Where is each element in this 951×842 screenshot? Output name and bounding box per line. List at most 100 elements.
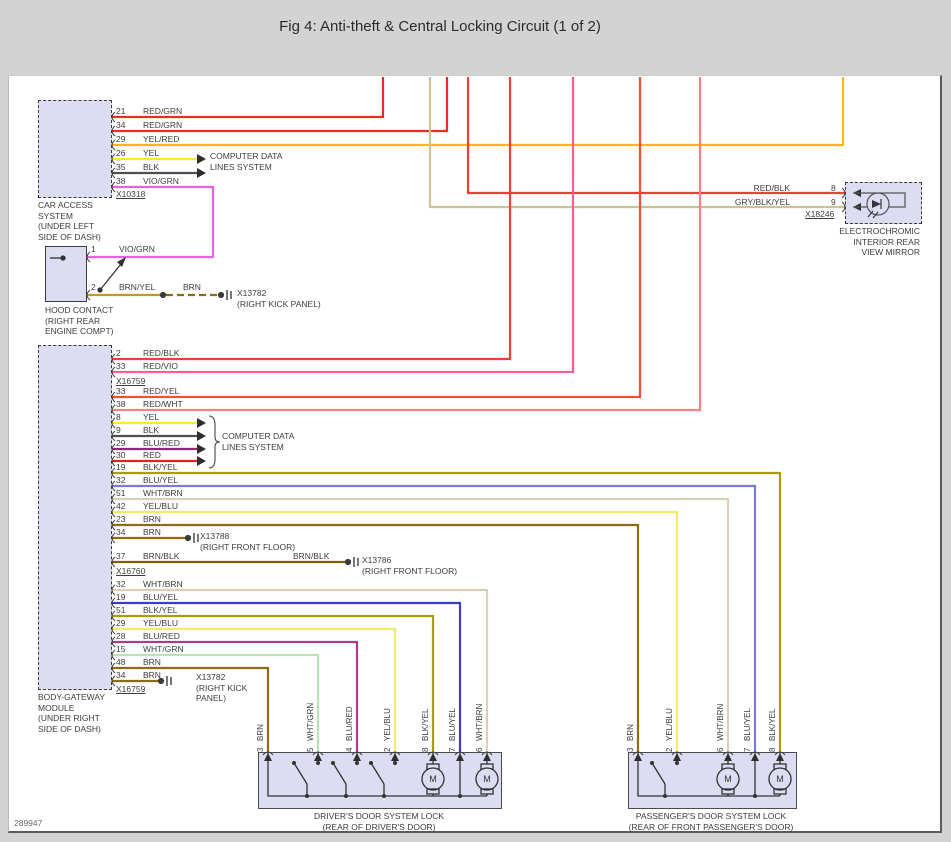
wire-color-label: BRN/BLK [143, 551, 180, 561]
wire-color-label: RED/WHT [143, 399, 183, 409]
component-label-car-access: CAR ACCESS SYSTEM (UNDER LEFT SIDE OF DA… [38, 200, 101, 242]
wire-color-label: BLU/RED [345, 706, 354, 741]
pin-number: 2 [383, 747, 392, 752]
pin-number: 2 [116, 348, 121, 358]
wire-color-label: RED/BLK [753, 183, 790, 193]
wire-color-label: YEL [143, 148, 160, 158]
wire-color-label: BLU/RED [143, 438, 180, 448]
pin-number: 9 [116, 425, 121, 435]
wire-color-label: BLU/YEL [448, 708, 457, 741]
pin-number: 38 [116, 399, 126, 409]
wire-color-label: BLK [143, 162, 160, 172]
connector-label: X16760 [116, 566, 146, 576]
connector-label: X10318 [116, 189, 146, 199]
pin-number: 9 [831, 197, 836, 207]
pin-number: 21 [116, 106, 126, 116]
pin-number: 32 [116, 579, 126, 589]
passenger-lock-box [628, 752, 797, 809]
wire-color-label: BLK/YEL [421, 708, 430, 741]
wire-color-label: BRN [143, 657, 161, 667]
pin-number: 8 [831, 183, 836, 193]
pin-number: 29 [116, 438, 126, 448]
data-lines-note: COMPUTER DATA LINES SYSTEM [222, 431, 295, 452]
wire-color-label: BLK/YEL [768, 708, 777, 741]
body-gateway-module-box [38, 345, 112, 690]
driver-lock-box [258, 752, 502, 809]
pin-number: 2 [91, 282, 96, 292]
pin-number: 33 [116, 386, 126, 396]
pin-number: 42 [116, 501, 126, 511]
wire-color-label: VIO/GRN [143, 176, 179, 186]
pin-number: 51 [116, 605, 126, 615]
wire-color-label: BRN [143, 527, 161, 537]
wire-color-label: BRN [183, 282, 201, 292]
connector-ref-label: X13782 (RIGHT KICK PANEL) [196, 672, 248, 703]
wire-color-label: RED [143, 450, 161, 460]
wire-color-label: BLU/YEL [143, 475, 178, 485]
pin-number: 3 [626, 747, 635, 752]
hood-contact-box [45, 246, 87, 302]
data-lines-note: COMPUTER DATA LINES SYSTEM [210, 151, 283, 172]
wire-color-label: BLU/YEL [143, 592, 178, 602]
wire-color-label: WHT/BRN [143, 579, 183, 589]
wire-color-label: YEL/RED [143, 134, 180, 144]
wire-color-label: WHT/GRN [306, 702, 315, 741]
wire-color-label: RED/BLK [143, 348, 180, 358]
pin-number: 5 [306, 747, 315, 752]
pin-number: 51 [116, 488, 126, 498]
wire-color-label: WHT/BRN [475, 703, 484, 741]
pin-number: 29 [116, 618, 126, 628]
pin-number: 34 [116, 527, 126, 537]
wire-color-label: YEL [143, 412, 160, 422]
component-label-hood-contact: HOOD CONTACT (RIGHT REAR ENGINE COMPT) [45, 305, 114, 336]
pin-number: 30 [116, 450, 126, 460]
pin-number: 38 [116, 176, 126, 186]
pin-number: 8 [116, 412, 121, 422]
pin-number: 37 [116, 551, 126, 561]
wire-color-label: BLK/YEL [143, 605, 178, 615]
pin-number: 34 [116, 670, 126, 680]
pin-number: 6 [475, 747, 484, 752]
pin-number: 1 [91, 244, 96, 254]
pin-number: 7 [743, 747, 752, 752]
pin-number: 3 [256, 747, 265, 752]
pin-number: 34 [116, 120, 126, 130]
wire-color-label: BLK/YEL [143, 462, 178, 472]
pin-number: 33 [116, 361, 126, 371]
pin-number: 8 [768, 747, 777, 752]
wire-color-label: BRN [626, 724, 635, 741]
pin-number: 7 [448, 747, 457, 752]
pin-number: 8 [421, 747, 430, 752]
connector-label: X16759 [116, 376, 146, 386]
wire-color-label: BLK [143, 425, 160, 435]
connector-label: X18246 [805, 209, 835, 219]
wiring-diagram-page: Fig 4: Anti-theft & Central Locking Circ… [0, 0, 951, 842]
pin-number: 19 [116, 462, 126, 472]
wire-color-label: BLU/YEL [743, 708, 752, 741]
car-access-system-box [38, 100, 112, 198]
figure-title: Fig 4: Anti-theft & Central Locking Circ… [279, 18, 601, 35]
pin-number: 6 [716, 747, 725, 752]
connector-label: X16759 [116, 684, 146, 694]
wire-color-label: WHT/BRN [143, 488, 183, 498]
pin-number: 28 [116, 631, 126, 641]
pin-number: 29 [116, 134, 126, 144]
pin-number: 2 [665, 747, 674, 752]
connector-ref-label: X13782 (RIGHT KICK PANEL) [237, 288, 321, 309]
mirror-box [845, 182, 922, 224]
pin-number: 35 [116, 162, 126, 172]
wire-color-label: BRN [256, 724, 265, 741]
wire-color-label: WHT/BRN [716, 703, 725, 741]
wire-color-label: GRY/BLK/YEL [734, 197, 790, 207]
wire-color-label: RED/VIO [143, 361, 178, 371]
component-label-mirror: ELECTROCHROMIC INTERIOR REAR VIEW MIRROR [839, 226, 920, 257]
wire-color-label: RED/YEL [143, 386, 180, 396]
wire-color-label: BLU/RED [143, 631, 180, 641]
component-label-driver-lock: DRIVER'S DOOR SYSTEM LOCK (REAR OF DRIVE… [313, 811, 445, 832]
connector-ref-label: X13786 (RIGHT FRONT FLOOR) [362, 555, 458, 576]
pin-number: 19 [116, 592, 126, 602]
pin-number: 23 [116, 514, 126, 524]
pin-number: 15 [116, 644, 126, 654]
wire-color-label: RED/GRN [143, 120, 183, 130]
wire-color-label: YEL/BLU [665, 708, 674, 741]
